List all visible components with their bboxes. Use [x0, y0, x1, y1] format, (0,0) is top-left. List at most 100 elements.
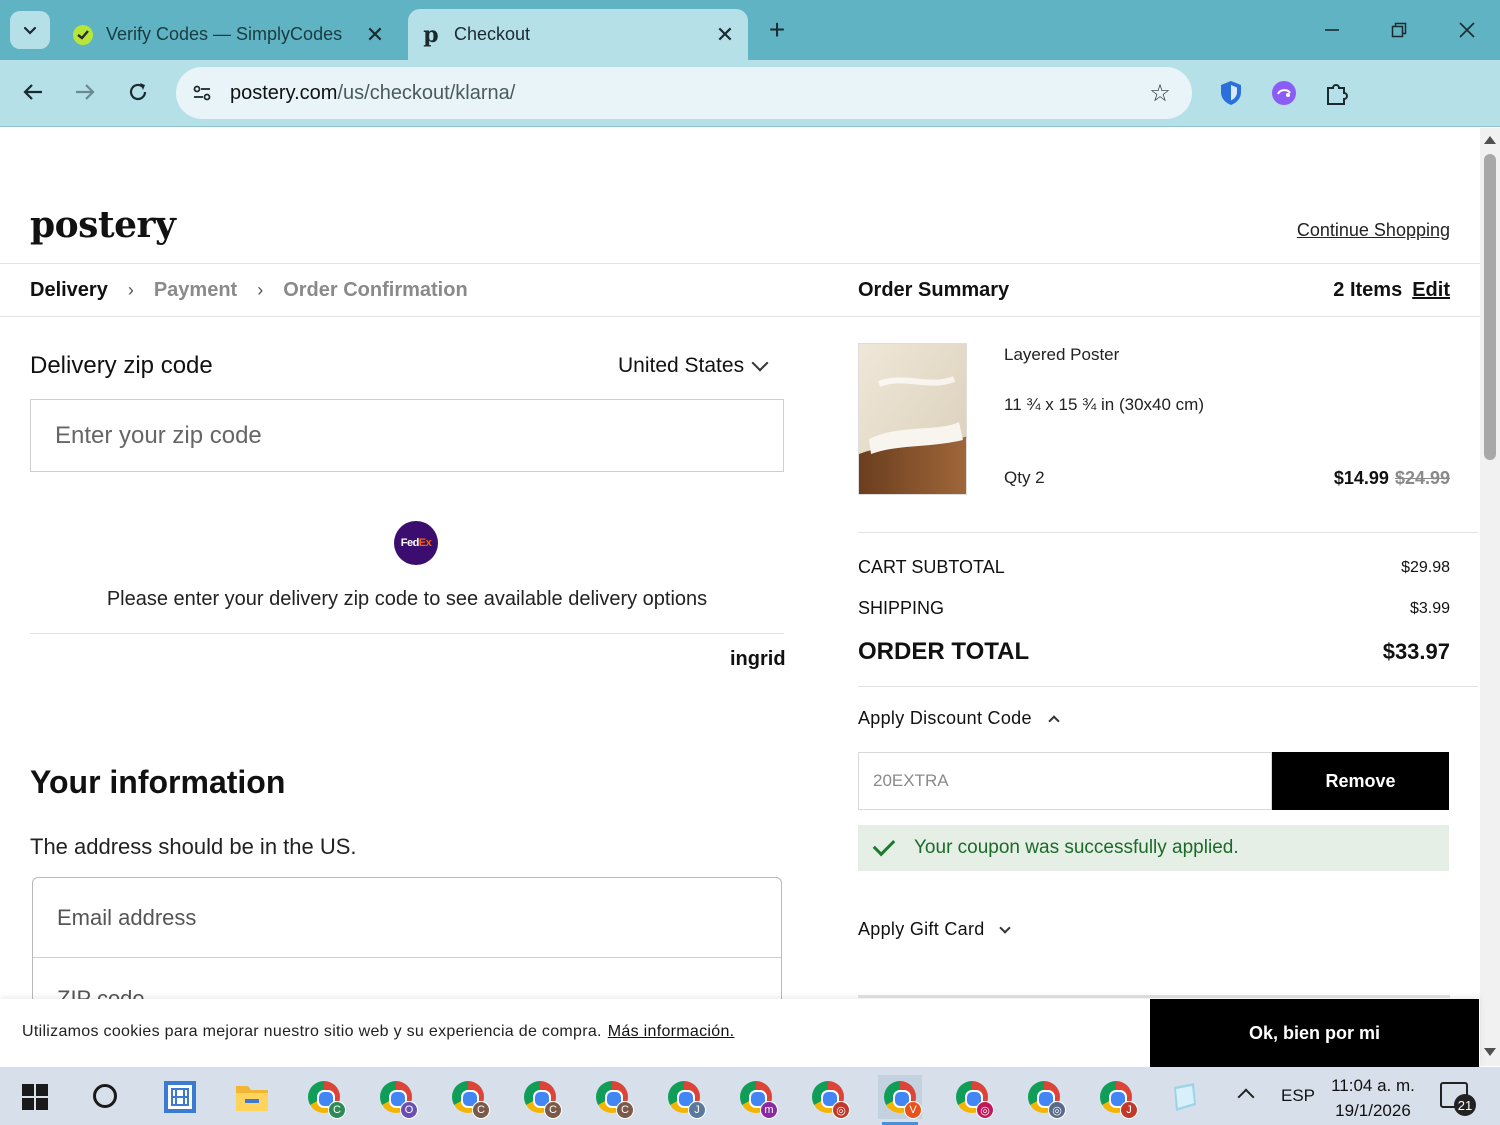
shipping-value: $3.99	[1409, 600, 1450, 617]
checkout-page: postery Continue Shopping Delivery › Pay…	[0, 128, 1480, 1066]
page-scrollbar[interactable]	[1480, 128, 1500, 1066]
back-button[interactable]	[15, 74, 51, 110]
badge-o: O	[400, 1101, 418, 1119]
search-icon[interactable]	[93, 1084, 117, 1108]
breadcrumb-delivery[interactable]: Delivery	[30, 279, 108, 302]
arrow-left-icon	[23, 84, 42, 100]
checkout-breadcrumb: Delivery › Payment › Order Confirmation	[30, 268, 468, 312]
delivery-options-message: Please enter your delivery zip code to s…	[106, 588, 708, 610]
close-icon	[1459, 22, 1475, 38]
sale-price: $14.99	[1333, 468, 1389, 488]
tab-checkout[interactable]: p Checkout ✕	[408, 9, 748, 60]
scrollbar-thumb[interactable]	[1484, 154, 1496, 460]
forward-button[interactable]	[67, 74, 103, 110]
tab-title: Checkout	[454, 24, 531, 44]
chrome-profile-c4-icon[interactable]: C	[590, 1075, 634, 1119]
chrome-profile-c2-icon[interactable]: C	[446, 1075, 490, 1119]
remove-discount-button[interactable]: Remove	[1272, 752, 1449, 810]
cart-subtotal-label: CART SUBTOTAL	[858, 557, 1005, 577]
chrome-profile-c-icon[interactable]: C	[302, 1075, 346, 1119]
extensions-puzzle-icon[interactable]	[1321, 77, 1353, 109]
chevron-up-icon[interactable]	[1237, 1088, 1255, 1106]
task-view-icon[interactable]	[158, 1075, 202, 1119]
cart-subtotal-value: $29.98	[1401, 559, 1450, 576]
clock-date: 19/1/2026	[1335, 1101, 1411, 1120]
apply-gift-card-toggle[interactable]: Apply Gift Card	[858, 919, 1011, 940]
reload-button[interactable]	[120, 74, 156, 110]
product-name: Layered Poster	[1004, 345, 1120, 364]
chevron-down-icon	[23, 26, 37, 35]
notification-count: 21	[1454, 1094, 1476, 1116]
chevron-right-icon: ›	[127, 279, 134, 300]
url-text: postery.com/us/checkout/klarna/	[230, 82, 1140, 105]
country-value: United States	[618, 354, 745, 377]
windows-start-icon[interactable]	[22, 1084, 48, 1110]
country-select[interactable]: United States	[618, 354, 769, 378]
chrome-profile-d-icon[interactable]: ◎	[1022, 1075, 1066, 1119]
tab-search-button[interactable]	[10, 11, 50, 49]
new-tab-button[interactable]: +	[762, 14, 792, 46]
shipping-label: SHIPPING	[858, 598, 945, 618]
notification-center-icon[interactable]: 21	[1440, 1082, 1476, 1116]
chrome-profile-o-icon[interactable]: O	[374, 1075, 418, 1119]
items-header: 2 Items Edit	[1333, 268, 1450, 312]
chrome-profile-b-icon[interactable]: ◎	[950, 1075, 994, 1119]
bookmark-star-icon[interactable]: ☆	[1140, 79, 1180, 108]
fedex-fed: Fed	[400, 537, 420, 549]
badge-c: C	[616, 1101, 634, 1119]
chrome-profile-j2-icon[interactable]: J	[1094, 1075, 1138, 1119]
postery-logo[interactable]: postery	[30, 204, 176, 246]
tab-strip: Verify Codes — SimplyCodes ✕ p Checkout …	[0, 0, 1500, 60]
clock[interactable]: 11:04 a. m. 19/1/2026	[1328, 1073, 1418, 1123]
product-price: $14.99 $24.99	[1334, 468, 1450, 489]
restore-button[interactable]	[1381, 12, 1417, 48]
close-tab-icon[interactable]: ✕	[710, 22, 740, 48]
language-indicator[interactable]: ESP	[1281, 1086, 1315, 1106]
email-field[interactable]: Email address	[33, 878, 781, 958]
zip-code-input[interactable]: Enter your zip code	[30, 399, 784, 472]
cookie-accept-button[interactable]: Ok, bien por mi	[1150, 999, 1479, 1067]
apply-discount-toggle[interactable]: Apply Discount Code	[858, 708, 1060, 729]
divider	[858, 686, 1478, 687]
chrome-profile-c3-icon[interactable]: C	[518, 1075, 562, 1119]
breadcrumb-payment[interactable]: Payment	[154, 279, 237, 302]
scroll-up-icon[interactable]	[1484, 136, 1496, 144]
badge-avatar: ◎	[1048, 1101, 1066, 1119]
tab-simplycodes[interactable]: Verify Codes — SimplyCodes ✕	[60, 9, 398, 60]
file-explorer-icon[interactable]	[230, 1075, 274, 1119]
chrome-profile-j-icon[interactable]: J	[662, 1075, 706, 1119]
divider	[858, 532, 1478, 533]
divider	[0, 316, 1480, 317]
badge-j: J	[1120, 1101, 1138, 1119]
edit-cart-link[interactable]: Edit	[1412, 279, 1450, 302]
close-tab-icon[interactable]: ✕	[360, 22, 390, 48]
chrome-profile-m-icon[interactable]: m	[734, 1075, 778, 1119]
close-window-button[interactable]	[1449, 12, 1485, 48]
discount-code-input[interactable]: 20EXTRA	[858, 752, 1272, 810]
address-bar[interactable]: postery.com/us/checkout/klarna/ ☆	[176, 67, 1192, 119]
breadcrumb-order-confirmation[interactable]: Order Confirmation	[283, 279, 467, 302]
chrome-profile-a-icon[interactable]: ◎	[806, 1075, 850, 1119]
badge-avatar: ◎	[976, 1101, 994, 1119]
chevron-up-icon	[1048, 715, 1060, 727]
cookie-more-info-link[interactable]: Más información.	[608, 1023, 735, 1040]
discount-toggle-label: Apply Discount Code	[858, 708, 1032, 728]
scroll-down-icon[interactable]	[1484, 1048, 1496, 1056]
chrome-profile-v-icon[interactable]: V	[878, 1075, 922, 1125]
divider	[858, 995, 1450, 998]
badge-v: V	[904, 1101, 922, 1119]
fedex-ex: Ex	[418, 537, 432, 549]
site-settings-icon[interactable]	[184, 75, 220, 111]
divider	[0, 263, 1480, 264]
purple-extension-icon[interactable]	[1268, 77, 1300, 109]
notes-app-icon[interactable]	[1162, 1075, 1206, 1119]
minimize-button[interactable]	[1314, 12, 1350, 48]
tab-title: Verify Codes — SimplyCodes	[106, 24, 343, 44]
order-summary-title: Order Summary	[858, 278, 1010, 301]
windows-taskbar: C O C C C J m ◎ V ◎ ◎ J ESP 11:04 a. m. …	[0, 1067, 1500, 1125]
items-count: 2 Items	[1333, 278, 1403, 301]
shield-extension-icon[interactable]	[1215, 77, 1247, 109]
url-path: /us/checkout/klarna/	[337, 81, 516, 104]
continue-shopping-link[interactable]: Continue Shopping	[1297, 220, 1450, 241]
original-price: $24.99	[1394, 468, 1450, 488]
